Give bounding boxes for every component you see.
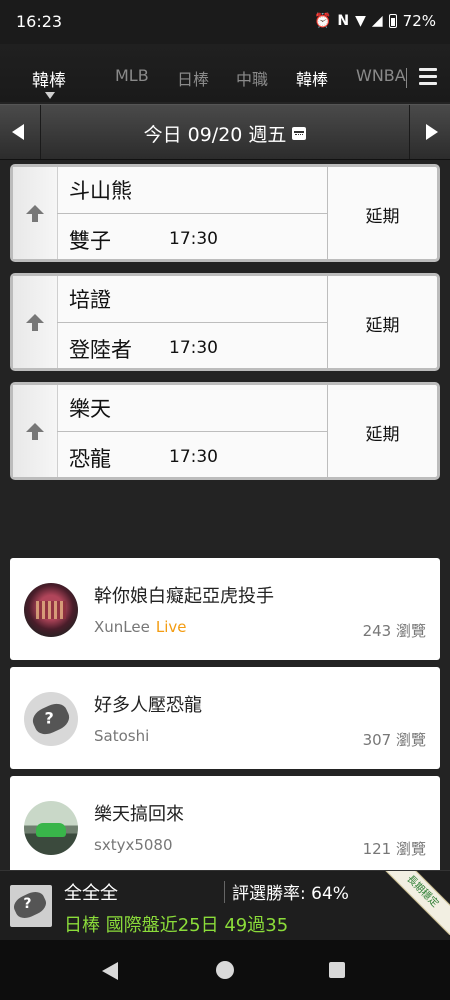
home-icon[interactable] — [216, 961, 234, 979]
expert-name: 全全全 — [64, 883, 118, 904]
avatar — [24, 583, 78, 637]
battery-percent: 72% — [402, 12, 436, 30]
pin-toggle[interactable] — [13, 276, 58, 368]
arrow-right-icon — [426, 124, 438, 140]
avatar — [24, 692, 78, 746]
tab-cpbl[interactable]: 中職 — [236, 66, 268, 90]
post-card[interactable]: 好多人壓恐龍 Satoshi 307 瀏覽 — [10, 667, 440, 769]
post-author: XunLee Live — [94, 618, 186, 636]
pin-toggle[interactable] — [13, 167, 58, 259]
date-label: 今日 09/20 週五 — [143, 124, 287, 146]
calendar-icon — [292, 127, 307, 140]
post-author: Satoshi — [94, 727, 150, 745]
unknown-user-icon — [29, 699, 73, 739]
author-name: XunLee — [94, 618, 150, 636]
next-day-button[interactable] — [409, 105, 450, 159]
status-bar: 16:23 ⏰ N ▼ ◢ 72% — [0, 0, 450, 44]
signal-icon: ◢ — [371, 13, 383, 29]
view-count: 121 瀏覽 — [362, 840, 426, 858]
tab-mlb[interactable]: MLB — [115, 66, 149, 85]
game-time: 17:30 — [169, 338, 218, 358]
system-nav-bar — [0, 940, 450, 1000]
hamburger-menu-icon[interactable] — [419, 68, 437, 86]
post-author: sxtyx5080 — [94, 836, 173, 854]
expert-avatar — [10, 885, 52, 927]
divider — [224, 881, 225, 903]
away-team: 樂天 — [69, 397, 111, 421]
tab-divider — [406, 68, 407, 88]
divider — [57, 322, 327, 323]
live-badge: Live — [155, 618, 187, 636]
away-team: 斗山熊 — [69, 179, 132, 203]
home-team: 登陸者 — [69, 338, 132, 362]
expert-win-rate: 評選勝率: 64% — [232, 884, 349, 904]
home-team: 恐龍 — [69, 447, 111, 471]
current-league-selector[interactable]: 韓棒 — [32, 66, 66, 91]
unknown-user-icon — [10, 888, 50, 922]
divider — [57, 213, 327, 214]
post-title: 好多人壓恐龍 — [94, 695, 202, 716]
game-card[interactable]: 培證 登陸者 17:30 延期 — [10, 273, 440, 371]
home-team: 雙子 — [69, 229, 111, 253]
ribbon-label: 長期穩定 — [404, 873, 441, 910]
date-bar: 今日 09/20 週五 — [0, 104, 450, 160]
stable-ribbon-badge: 長期穩定 — [378, 871, 450, 936]
alarm-icon: ⏰ — [313, 13, 332, 29]
nfc-icon: N — [337, 13, 350, 29]
post-card[interactable]: 樂天搞回來 sxtyx5080 121 瀏覽 — [10, 776, 440, 878]
divider — [57, 431, 327, 432]
league-tab-bar: 韓棒 MLB 日棒 中職 韓棒 WNBA — [0, 44, 450, 102]
expert-bar[interactable]: 全全全 評選勝率: 64% 日棒 國際盤近25日 49過35 長期穩定 — [0, 870, 450, 941]
avatar — [24, 801, 78, 855]
wifi-icon: ▼ — [355, 13, 366, 29]
date-selector[interactable]: 今日 09/20 週五 — [0, 120, 450, 147]
tab-npb[interactable]: 日棒 — [177, 66, 209, 90]
game-time: 17:30 — [169, 229, 218, 249]
battery-icon — [388, 14, 397, 28]
pin-up-icon — [25, 314, 45, 332]
pin-up-icon — [25, 423, 45, 441]
pin-up-icon — [25, 205, 45, 223]
game-status: 延期 — [365, 207, 400, 227]
tab-wnba[interactable]: WNBA — [356, 66, 406, 85]
caret-down-icon — [45, 92, 55, 99]
clock: 16:23 — [16, 12, 63, 31]
recents-icon[interactable] — [329, 962, 345, 978]
post-card[interactable]: 幹你娘白癡起亞虎投手 XunLee Live 243 瀏覽 — [10, 558, 440, 660]
tab-kbo[interactable]: 韓棒 — [296, 66, 328, 90]
game-status: 延期 — [365, 316, 400, 336]
away-team: 培證 — [69, 288, 111, 312]
back-icon[interactable] — [102, 962, 118, 980]
view-count: 243 瀏覽 — [362, 622, 426, 640]
game-status: 延期 — [365, 425, 400, 445]
view-count: 307 瀏覽 — [362, 731, 426, 749]
post-title: 樂天搞回來 — [94, 804, 184, 825]
game-card[interactable]: 斗山熊 雙子 17:30 延期 — [10, 164, 440, 262]
status-icons: ⏰ N ▼ ◢ 72% — [314, 12, 436, 30]
game-card[interactable]: 樂天 恐龍 17:30 延期 — [10, 382, 440, 480]
expert-record: 日棒 國際盤近25日 49過35 — [64, 915, 289, 936]
post-title: 幹你娘白癡起亞虎投手 — [94, 586, 274, 607]
pin-toggle[interactable] — [13, 385, 58, 477]
game-time: 17:30 — [169, 447, 218, 467]
